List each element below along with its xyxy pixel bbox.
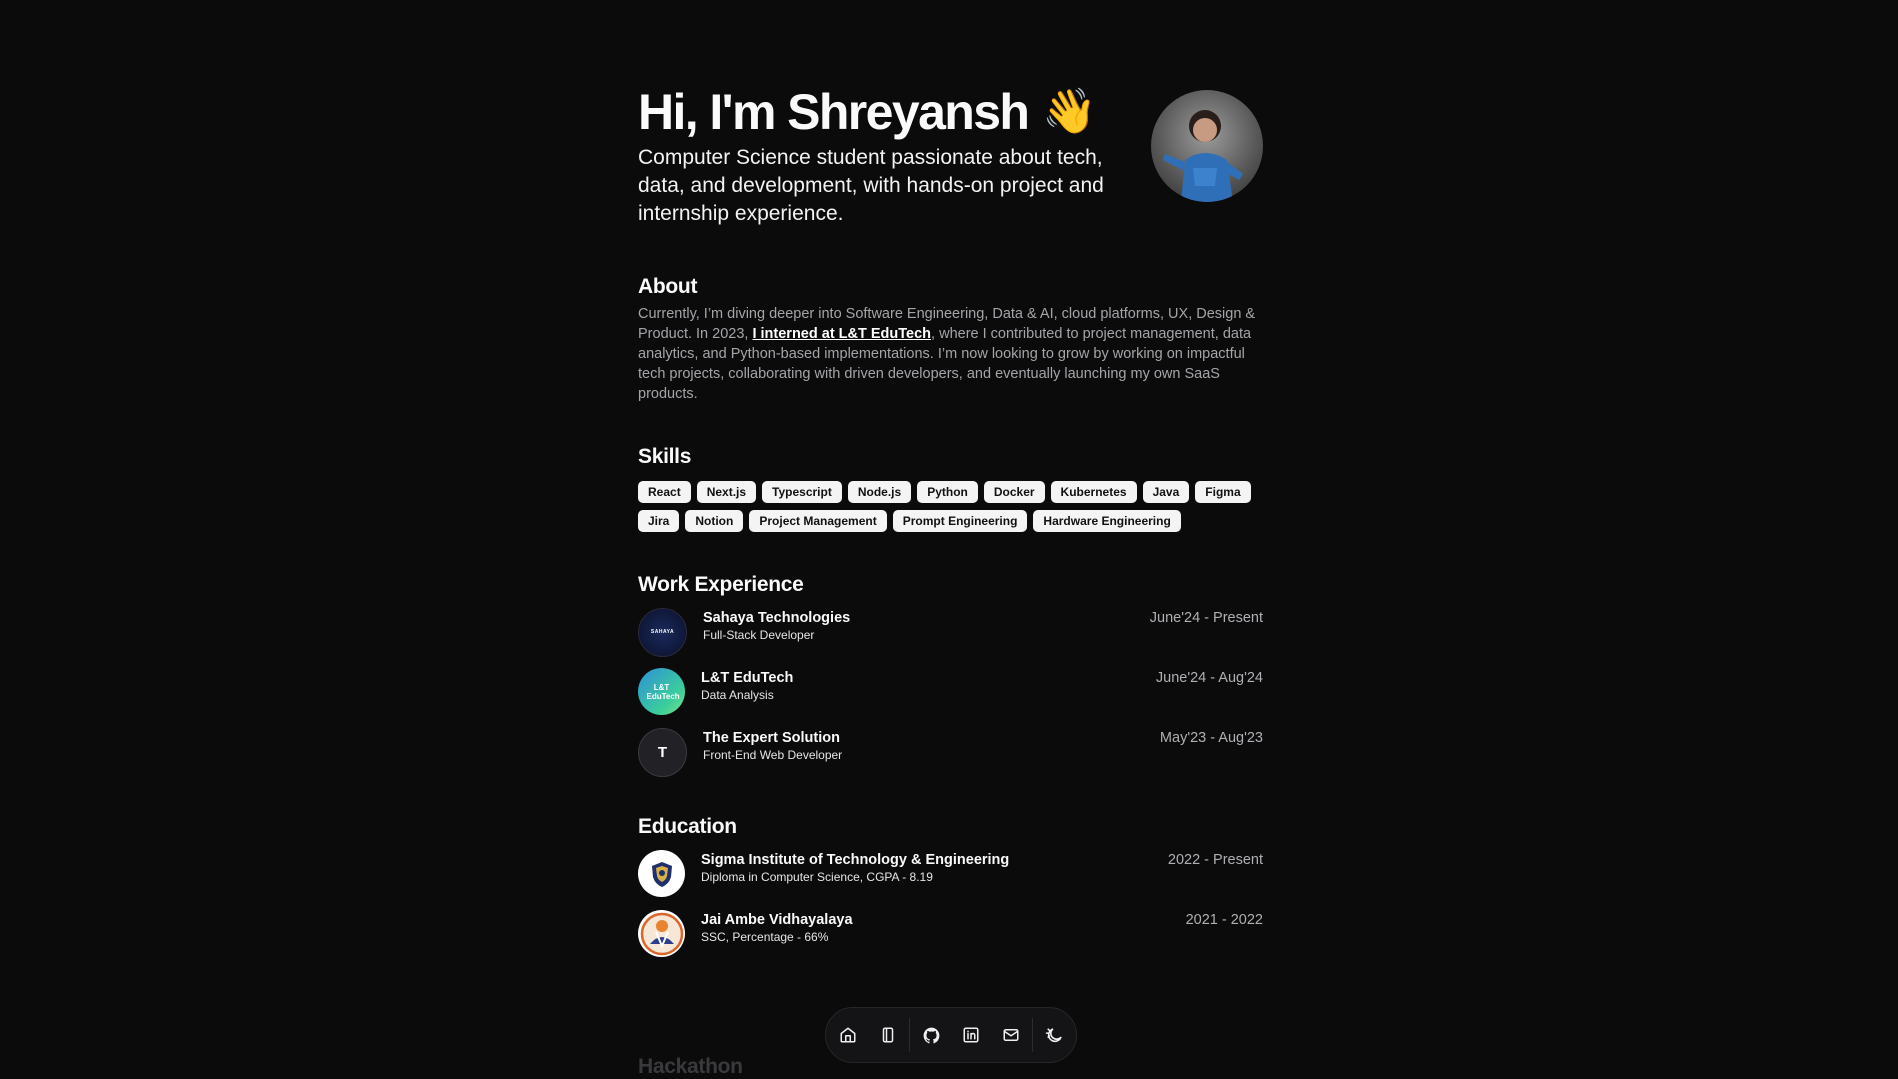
skill-chip: Docker: [983, 481, 1045, 503]
sahaya-logo-text: SAHAYA: [650, 629, 675, 635]
expert-logo-text: T: [657, 744, 668, 761]
job-role: Full-Stack Developer: [703, 628, 815, 642]
jai-ambe-logo-icon: [638, 910, 685, 957]
skills-section: Skills React Next.js Typescript Node.js …: [638, 444, 1263, 532]
work-dates: June'24 - Aug'24: [1155, 670, 1263, 686]
education-entry-sigma[interactable]: Sigma Institute of Technology & Engineer…: [638, 850, 1263, 898]
main-content: Hi, I'm Shreyansh 👋 Computer Science stu…: [638, 80, 1263, 970]
lnt-internship-link[interactable]: I interned at L&T EduTech: [752, 326, 931, 342]
skill-chip: Prompt Engineering: [892, 510, 1028, 532]
wave-emoji: 👋: [1042, 87, 1098, 136]
job-role: Data Analysis: [701, 688, 774, 702]
sahaya-logo-icon: SAHAYA: [638, 608, 687, 657]
skill-chip: Python: [917, 481, 978, 503]
school-emblem-icon: [640, 912, 683, 955]
skill-chip: Java: [1142, 481, 1190, 503]
lnt-edutech-logo-icon: L&T EduTech: [638, 668, 685, 715]
education-heading: Education: [638, 815, 737, 838]
skill-chip: Jira: [638, 510, 680, 532]
education-list: Sigma Institute of Technology & Engineer…: [638, 850, 1263, 958]
dock-divider: [1032, 1018, 1033, 1052]
education-section: Education Sigma Institute of Technology …: [638, 814, 1263, 958]
expert-solution-logo-icon: T: [638, 728, 687, 777]
school-name: Jai Ambe Vidhayalaya: [701, 912, 853, 928]
education-entry-body: Jai Ambe Vidhayalaya SSC, Percentage - 6…: [701, 910, 1263, 945]
skill-chip: React: [638, 481, 691, 503]
hero-tagline: Computer Science student passionate abou…: [638, 146, 1104, 225]
avatar: [1151, 90, 1263, 202]
dock-divider: [909, 1018, 910, 1052]
profile-photo-icon: [1163, 110, 1243, 202]
github-icon[interactable]: [911, 1015, 951, 1055]
about-section: About Currently, I’m diving deeper into …: [638, 274, 1263, 404]
skill-chip: Project Management: [749, 510, 887, 532]
work-heading: Work Experience: [638, 573, 804, 596]
linkedin-icon[interactable]: [951, 1015, 991, 1055]
work-dates: June'24 - Present: [1149, 610, 1263, 626]
work-dates: May'23 - Aug'23: [1159, 730, 1263, 746]
degree-text: SSC, Percentage - 66%: [701, 930, 829, 944]
work-list: SAHAYA Sahaya Technologies Full-Stack De…: [638, 608, 1263, 777]
education-dates: 2021 - 2022: [1185, 912, 1263, 928]
skill-chip: Node.js: [847, 481, 912, 503]
lnt-logo-text: L&T EduTech: [646, 682, 680, 701]
hackathon-heading: Hackathon: [638, 1055, 743, 1078]
skill-chip: Hardware Engineering: [1033, 510, 1181, 532]
hero-title: Hi, I'm Shreyansh: [638, 84, 1030, 140]
about-text: Currently, I’m diving deeper into Softwa…: [638, 304, 1263, 404]
hero-section: Hi, I'm Shreyansh 👋 Computer Science stu…: [638, 80, 1263, 230]
work-entry-lnt[interactable]: L&T EduTech L&T EduTech Data Analysis Ju…: [638, 668, 1263, 716]
education-entry-jai-ambe[interactable]: Jai Ambe Vidhayalaya SSC, Percentage - 6…: [638, 910, 1263, 958]
work-entry-expert-solution[interactable]: T The Expert Solution Front-End Web Deve…: [638, 728, 1263, 777]
portfolio-page: Hi, I'm Shreyansh 👋 Computer Science stu…: [0, 0, 1898, 1079]
theme-toggle-icon[interactable]: [1034, 1015, 1074, 1055]
about-heading: About: [638, 275, 698, 298]
notebook-icon[interactable]: [868, 1015, 908, 1055]
mail-icon[interactable]: [991, 1015, 1031, 1055]
degree-text: Diploma in Computer Science, CGPA - 8.19: [701, 870, 933, 884]
skill-chip: Next.js: [696, 481, 757, 503]
skill-chip: Figma: [1195, 481, 1251, 503]
sigma-institute-logo-icon: [638, 850, 685, 897]
skills-heading: Skills: [638, 445, 692, 468]
bottom-dock: [825, 1007, 1077, 1063]
skill-chip: Kubernetes: [1050, 481, 1137, 503]
skill-chip: Typescript: [762, 481, 842, 503]
education-dates: 2022 - Present: [1167, 852, 1263, 868]
job-role: Front-End Web Developer: [703, 748, 843, 762]
shield-crest-icon: [651, 861, 672, 887]
home-icon[interactable]: [828, 1015, 868, 1055]
work-experience-section: Work Experience SAHAYA Sahaya Technologi…: [638, 572, 1263, 777]
skill-chip: Notion: [685, 510, 744, 532]
skills-list: React Next.js Typescript Node.js Python …: [638, 481, 1263, 532]
work-entry-sahaya[interactable]: SAHAYA Sahaya Technologies Full-Stack De…: [638, 608, 1263, 657]
